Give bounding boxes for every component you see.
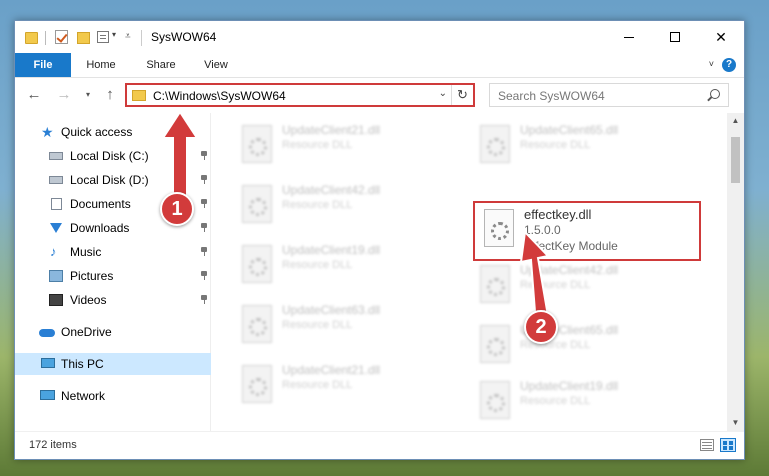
address-bar[interactable]: C:\Windows\SysWOW64 ⌄ ↻ bbox=[125, 83, 475, 107]
ribbon-tabs: File Home Share View ˅ ? bbox=[15, 53, 744, 78]
file-item[interactable]: UpdateClient21.dll Resource DLL bbox=[232, 119, 452, 175]
file-item[interactable]: UpdateClient63.dll Resource DLL bbox=[232, 299, 452, 355]
up-arrow-icon[interactable]: ↑ bbox=[101, 86, 119, 104]
forward-arrow-icon[interactable]: → bbox=[55, 86, 73, 104]
tab-view[interactable]: View bbox=[193, 53, 239, 77]
dll-file-icon bbox=[242, 125, 272, 163]
refresh-icon[interactable]: ↻ bbox=[451, 85, 473, 105]
navigation-bar: ← → ▾ ↑ C:\Windows\SysWOW64 ⌄ ↻ Search S… bbox=[15, 79, 744, 113]
sidebar-item-videos[interactable]: Videos bbox=[15, 289, 211, 311]
step-1-badge: 1 bbox=[160, 192, 194, 226]
vertical-scrollbar[interactable]: ▲ ▼ bbox=[727, 113, 744, 431]
minimize-icon bbox=[624, 36, 634, 38]
file-item[interactable]: UpdateClient19.dll Resource DLL bbox=[232, 239, 452, 295]
folder-icon bbox=[132, 90, 146, 101]
tab-share[interactable]: Share bbox=[135, 53, 187, 77]
file-list: UpdateClient21.dll Resource DLL UpdateCl… bbox=[212, 113, 728, 431]
dll-file-icon bbox=[242, 305, 272, 343]
sidebar-item-quick-access[interactable]: ★ Quick access bbox=[15, 121, 211, 143]
sidebar-item-local-disk-c[interactable]: Local Disk (C:) bbox=[15, 145, 211, 167]
step-2-badge: 2 bbox=[524, 310, 558, 344]
title-bar: ▾ ⩡ SysWOW64 ✕ bbox=[15, 21, 744, 53]
sidebar-item-this-pc[interactable]: This PC bbox=[15, 353, 211, 375]
window-title: SysWOW64 bbox=[151, 30, 217, 44]
picture-icon bbox=[49, 270, 63, 282]
close-icon: ✕ bbox=[715, 28, 727, 45]
pin-icon[interactable] bbox=[201, 151, 207, 160]
pin-icon[interactable] bbox=[201, 199, 207, 208]
maximize-icon bbox=[670, 32, 680, 42]
pin-icon[interactable] bbox=[201, 271, 207, 280]
video-icon bbox=[49, 294, 63, 306]
scroll-down-icon[interactable]: ▼ bbox=[727, 415, 744, 431]
new-folder-icon[interactable] bbox=[77, 32, 90, 44]
sidebar-item-local-disk-d[interactable]: Local Disk (D:) bbox=[15, 169, 211, 191]
dll-file-icon bbox=[480, 325, 510, 363]
file-item[interactable]: UpdateClient19.dll Resource DLL bbox=[470, 375, 690, 431]
dll-file-icon bbox=[242, 185, 272, 223]
scroll-up-icon[interactable]: ▲ bbox=[727, 113, 744, 129]
dll-file-icon bbox=[480, 265, 510, 303]
pin-icon[interactable] bbox=[201, 223, 207, 232]
folder-icon bbox=[25, 32, 38, 44]
help-icon[interactable]: ? bbox=[722, 58, 736, 72]
pin-icon[interactable] bbox=[201, 295, 207, 304]
maximize-button[interactable] bbox=[652, 21, 698, 53]
search-input[interactable]: Search SysWOW64 bbox=[489, 83, 729, 107]
search-icon[interactable] bbox=[710, 89, 720, 99]
cloud-icon bbox=[39, 329, 55, 337]
chevron-down-icon[interactable]: ▾ bbox=[112, 30, 116, 46]
divider bbox=[141, 30, 142, 46]
pin-icon[interactable] bbox=[201, 247, 207, 256]
sidebar-item-music[interactable]: ♪ Music bbox=[15, 241, 211, 263]
file-item[interactable]: UpdateClient65.dll Resource DLL bbox=[470, 319, 690, 375]
music-icon: ♪ bbox=[50, 244, 57, 259]
divider bbox=[45, 31, 46, 45]
item-count: 172 items bbox=[29, 439, 77, 451]
file-item[interactable]: UpdateClient42.dll Resource DLL bbox=[470, 259, 690, 315]
tiles-view-icon[interactable] bbox=[720, 438, 736, 452]
dll-file-icon bbox=[242, 245, 272, 283]
highlight-box bbox=[473, 201, 701, 261]
network-icon bbox=[40, 390, 55, 400]
customize-toolbar-icon[interactable]: ⩡ bbox=[125, 31, 131, 47]
star-icon: ★ bbox=[41, 124, 54, 140]
recent-locations-icon[interactable]: ▾ bbox=[79, 86, 97, 104]
status-bar: 172 items bbox=[15, 431, 744, 459]
search-placeholder: Search SysWOW64 bbox=[498, 89, 605, 103]
sidebar-item-onedrive[interactable]: OneDrive bbox=[15, 321, 211, 343]
disk-icon bbox=[49, 152, 63, 160]
document-icon bbox=[51, 198, 62, 210]
dll-file-icon bbox=[242, 365, 272, 403]
minimize-button[interactable] bbox=[606, 21, 652, 53]
navigation-pane: ★ Quick access Local Disk (C:) Local Dis… bbox=[15, 113, 211, 431]
back-arrow-icon[interactable]: ← bbox=[25, 86, 43, 104]
file-item[interactable]: UpdateClient42.dll Resource DLL bbox=[232, 179, 452, 235]
chevron-down-icon[interactable]: ˅ bbox=[709, 59, 714, 69]
scroll-thumb[interactable] bbox=[731, 137, 740, 183]
sidebar-item-network[interactable]: Network bbox=[15, 385, 211, 407]
pin-icon[interactable] bbox=[201, 175, 207, 184]
download-icon bbox=[50, 223, 62, 233]
sidebar-item-pictures[interactable]: Pictures bbox=[15, 265, 211, 287]
address-path[interactable]: C:\Windows\SysWOW64 bbox=[153, 89, 286, 103]
dll-file-icon bbox=[480, 381, 510, 419]
properties-check-icon[interactable] bbox=[55, 30, 68, 44]
chevron-down-icon[interactable]: ⌄ bbox=[439, 88, 447, 99]
details-view-icon[interactable] bbox=[700, 439, 714, 451]
file-item[interactable]: UpdateClient65.dll Resource DLL bbox=[470, 119, 690, 175]
file-item[interactable]: UpdateClient21.dll Resource DLL bbox=[232, 359, 452, 415]
file-explorer-window: ▾ ⩡ SysWOW64 ✕ File Home Share View ˅ ? … bbox=[14, 20, 745, 460]
tab-file[interactable]: File bbox=[15, 53, 71, 77]
properties-icon[interactable] bbox=[97, 31, 109, 43]
disk-icon bbox=[49, 176, 63, 184]
computer-icon bbox=[41, 358, 55, 368]
dll-file-icon bbox=[480, 125, 510, 163]
close-button[interactable]: ✕ bbox=[698, 21, 744, 53]
tab-home[interactable]: Home bbox=[75, 53, 127, 77]
